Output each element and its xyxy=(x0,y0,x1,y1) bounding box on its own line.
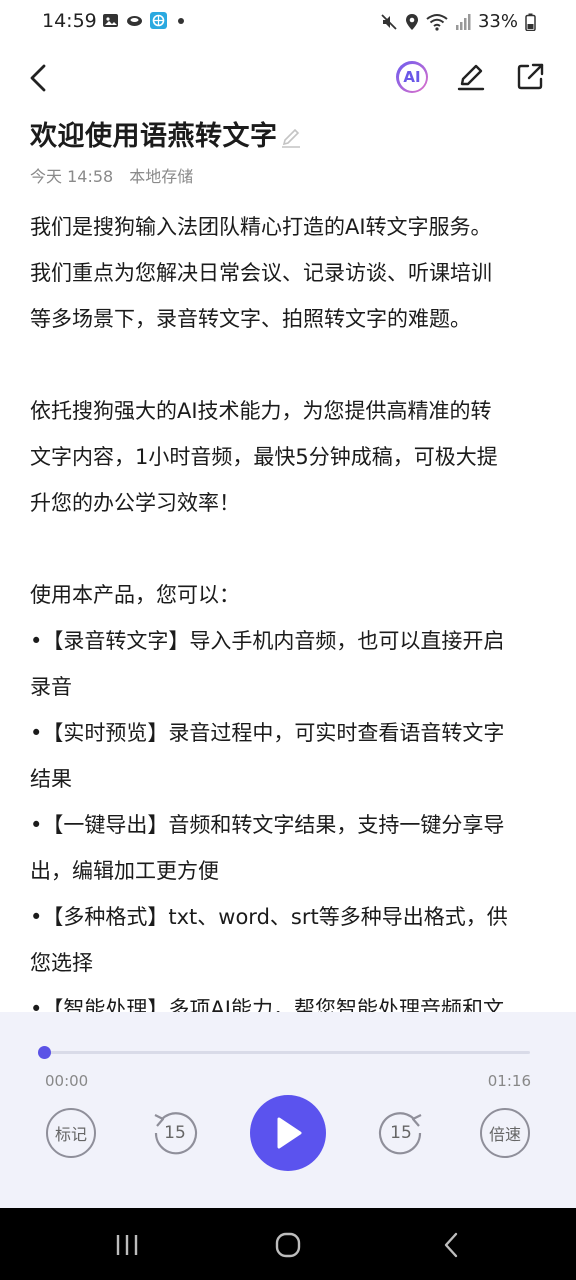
system-nav-bar xyxy=(0,1208,576,1280)
nav-back-icon xyxy=(444,1232,458,1258)
content-line: 出，编辑加工更方便 xyxy=(30,859,219,883)
app-bar: AI xyxy=(0,50,576,106)
note-title-text: 欢迎使用语燕转文字 xyxy=(30,121,278,152)
content-line: 您选择 xyxy=(30,951,93,975)
note-date: 今天 14:58 xyxy=(30,167,114,186)
battery-text: 33% xyxy=(477,11,518,32)
ai-icon: AI xyxy=(396,61,428,93)
content-line: •【实时预览】录音过程中，可实时查看语音转文字 xyxy=(30,721,505,745)
pencil-icon xyxy=(281,128,300,148)
ai-button[interactable]: AI xyxy=(395,60,429,94)
recent-apps-button[interactable] xyxy=(110,1230,144,1260)
speed-button[interactable]: 倍速 xyxy=(480,1108,530,1158)
progress-track[interactable] xyxy=(44,1051,530,1054)
content-line: 文字内容，1小时音频，最快5分钟成稿，可极大提 xyxy=(30,445,498,469)
total-time: 01:16 xyxy=(487,1072,531,1090)
edit-button[interactable] xyxy=(454,60,488,94)
content-line: 我们是搜狗输入法团队精心打造的AI转文字服务。 xyxy=(30,215,492,239)
cloud-icon xyxy=(127,16,142,26)
note-meta: 今天 14:58 本地存储 xyxy=(30,163,193,187)
wifi-icon xyxy=(426,13,448,31)
forward-label: 15 xyxy=(390,1123,412,1143)
home-button[interactable] xyxy=(270,1228,306,1262)
mute-icon xyxy=(381,13,397,30)
app-icon xyxy=(150,12,167,29)
nav-back-button[interactable] xyxy=(436,1228,466,1262)
location-icon xyxy=(405,13,418,30)
rewind-15-button[interactable]: 15 xyxy=(148,1106,202,1160)
note-storage: 本地存储 xyxy=(129,167,194,186)
mark-label: 标记 xyxy=(54,1125,87,1144)
mark-button[interactable]: 标记 xyxy=(46,1108,96,1158)
play-icon xyxy=(277,1117,302,1149)
recent-apps-icon xyxy=(116,1235,138,1255)
content-line: 升您的办公学习效率！ xyxy=(30,491,240,515)
content-line: 我们重点为您解决日常会议、记录访谈、听课培训 xyxy=(30,261,492,285)
ai-label: AI xyxy=(403,68,421,86)
share-button[interactable] xyxy=(513,60,547,94)
progress-thumb[interactable] xyxy=(38,1046,51,1059)
signal-icon xyxy=(455,13,471,30)
image-icon xyxy=(103,14,118,27)
back-icon xyxy=(30,64,46,92)
battery-icon xyxy=(525,13,536,31)
dot-icon xyxy=(178,17,184,24)
content-line: •【智能处理】多项AI能力，帮您智能处理音频和文 xyxy=(30,997,504,1014)
share-icon xyxy=(517,63,544,90)
edit-icon xyxy=(457,64,485,91)
speed-label: 倍速 xyxy=(488,1125,521,1144)
note-content[interactable]: 我们是搜狗输入法团队精心打造的AI转文字服务。 我们重点为您解决日常会议、记录访… xyxy=(30,204,550,1014)
content-line: 等多场景下，录音转文字、拍照转文字的难题。 xyxy=(30,307,471,331)
content-line: 结果 xyxy=(30,767,72,791)
status-bar: 14:59 33% xyxy=(0,0,576,46)
audio-player: 00:00 01:16 标记 15 15 倍速 xyxy=(0,1012,576,1208)
content-line: 录音 xyxy=(30,675,72,699)
back-button[interactable] xyxy=(22,62,54,94)
content-line: •【录音转文字】导入手机内音频，也可以直接开启 xyxy=(30,629,505,653)
content-line: 使用本产品，您可以： xyxy=(30,583,240,607)
content-line: 依托搜狗强大的AI技术能力，为您提供高精准的转 xyxy=(30,399,492,423)
forward-15-button[interactable]: 15 xyxy=(374,1106,428,1160)
rewind-label: 15 xyxy=(164,1123,186,1143)
play-button[interactable] xyxy=(250,1095,326,1171)
content-line: •【一键导出】音频和转文字结果，支持一键分享导 xyxy=(30,813,505,837)
note-title[interactable]: 欢迎使用语燕转文字 xyxy=(30,114,302,153)
home-icon xyxy=(275,1232,301,1258)
current-time: 00:00 xyxy=(45,1072,89,1090)
content-line: •【多种格式】txt、word、srt等多种导出格式，供 xyxy=(30,905,508,929)
status-time: 14:59 xyxy=(42,10,97,32)
